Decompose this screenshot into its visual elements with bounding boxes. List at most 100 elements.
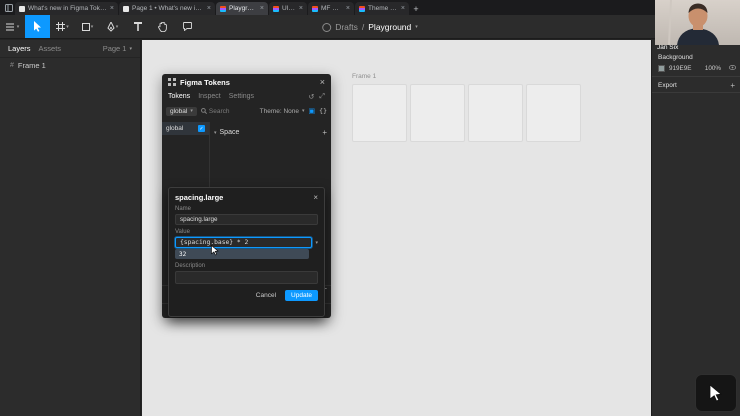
- export-section-label: Export: [658, 82, 677, 89]
- tab-label: Page 1 • What's new in Figma Token...: [132, 5, 204, 12]
- undo-icon[interactable]: ↺: [309, 93, 315, 101]
- chevron-down-icon[interactable]: ▾: [315, 240, 318, 246]
- canvas-frame-rect[interactable]: [410, 84, 465, 142]
- plugin-grid-icon: [168, 78, 176, 86]
- tab-close-icon[interactable]: ×: [260, 5, 264, 12]
- pen-tool-button[interactable]: ▾: [100, 15, 125, 38]
- theme-dropdown-label: Theme: None: [260, 108, 299, 115]
- person-shirt: [677, 28, 719, 45]
- shape-tool-button[interactable]: ▾: [75, 15, 100, 38]
- color-swatch[interactable]: [658, 65, 665, 72]
- layers-panel: Layers Assets Page 1 ▾ # Frame 1: [0, 40, 141, 416]
- browser-tab[interactable]: Page 1 • What's new in Figma Token... ×: [119, 2, 215, 15]
- plugin-close-icon[interactable]: ×: [320, 78, 325, 87]
- page-selector-label: Page 1: [103, 44, 127, 53]
- canvas-frame-rect[interactable]: [468, 84, 523, 142]
- tab-close-icon[interactable]: ×: [299, 5, 303, 12]
- tab-close-icon[interactable]: ×: [401, 5, 405, 12]
- canvas-frame-rect[interactable]: [352, 84, 407, 142]
- token-set-item-label: global: [166, 125, 183, 132]
- browser-tab-bar: What's new in Figma Tokens and wh... × P…: [0, 0, 740, 15]
- plugin-tab-bar: Tokens Inspect Settings ↺ ⤢: [162, 90, 331, 103]
- token-set-checkbox[interactable]: ✓: [198, 125, 205, 132]
- browser-tab[interactable]: Theme Demo ×: [355, 2, 409, 15]
- breadcrumb[interactable]: Drafts / Playground ▾: [322, 15, 418, 39]
- browser-tab[interactable]: UI Kit ×: [269, 2, 307, 15]
- theme-dropdown[interactable]: Theme: None ▾: [260, 108, 305, 115]
- tab-close-icon[interactable]: ×: [110, 5, 114, 12]
- chevron-down-icon: ▾: [116, 24, 119, 30]
- browser-sidebar-icon[interactable]: [3, 1, 15, 14]
- tab-assets[interactable]: Assets: [39, 44, 62, 53]
- plugin-title: Figma Tokens: [180, 78, 230, 87]
- tab-label: UI Kit: [282, 5, 296, 12]
- move-tool-button[interactable]: [25, 15, 50, 38]
- browser-tab[interactable]: MF Demo ×: [308, 2, 354, 15]
- update-button[interactable]: Update: [285, 290, 318, 301]
- new-tab-button[interactable]: +: [410, 2, 422, 15]
- layer-item-label: Frame 1: [18, 61, 46, 70]
- tab-close-icon[interactable]: ×: [346, 5, 350, 12]
- color-hex-field[interactable]: 919E9E: [669, 65, 691, 72]
- edit-token-modal: spacing.large × Name spacing.large Value…: [168, 187, 325, 317]
- app-window: What's new in Figma Tokens and wh... × P…: [0, 0, 740, 416]
- value-field[interactable]: {spacing.base} * 2: [175, 237, 312, 248]
- plugin-tab-inspect[interactable]: Inspect: [198, 93, 221, 100]
- tab-favicon: [123, 6, 129, 12]
- autocomplete-suggestion[interactable]: 32: [175, 249, 309, 259]
- cancel-button[interactable]: Cancel: [256, 292, 276, 299]
- comment-tool-button[interactable]: [175, 15, 200, 38]
- opacity-field[interactable]: 100%: [705, 65, 721, 72]
- presenter-name-label: Jan Six: [657, 44, 678, 51]
- chevron-down-icon: ▾: [302, 108, 305, 114]
- frame-tool-button[interactable]: ▾: [50, 15, 75, 38]
- tab-favicon: [359, 6, 365, 12]
- text-tool-button[interactable]: [125, 15, 150, 38]
- chevron-down-icon: ▾: [214, 130, 217, 136]
- description-field[interactable]: [175, 271, 318, 284]
- hand-tool-button[interactable]: [150, 15, 175, 38]
- search-input[interactable]: Search: [201, 108, 230, 115]
- main-menu-icon[interactable]: ▾: [0, 15, 25, 38]
- frame-icon: #: [10, 62, 14, 69]
- modal-close-icon[interactable]: ×: [313, 194, 318, 202]
- canvas-frame-label[interactable]: Frame 1: [352, 73, 376, 80]
- token-set-item-global[interactable]: global ✓: [162, 122, 209, 135]
- expand-icon[interactable]: ⤢: [319, 93, 325, 101]
- webcam-video: [655, 0, 740, 45]
- description-field-label: Description: [175, 263, 318, 269]
- chevron-down-icon[interactable]: ▾: [415, 24, 418, 30]
- plugin-header[interactable]: Figma Tokens ×: [162, 74, 331, 90]
- json-view-icon[interactable]: {}: [319, 107, 327, 115]
- tab-close-icon[interactable]: ×: [207, 5, 211, 12]
- breadcrumb-drafts[interactable]: Drafts: [335, 22, 358, 32]
- browser-tab[interactable]: What's new in Figma Tokens and wh... ×: [15, 2, 118, 15]
- figma-toolbar: ▾ ▾ ▾ ▾ Drafts / Playground: [0, 15, 740, 39]
- name-field[interactable]: spacing.large: [175, 214, 318, 225]
- value-field-label: Value: [175, 229, 318, 235]
- canvas-frame-rect[interactable]: [526, 84, 581, 142]
- tab-layers[interactable]: Layers: [8, 44, 31, 53]
- mouse-cursor-icon: [709, 384, 723, 402]
- plugin-tab-tokens[interactable]: Tokens: [168, 93, 190, 100]
- chevron-down-icon: ▾: [190, 108, 193, 114]
- export-section-row: Export +: [658, 81, 735, 90]
- plugin-tab-settings[interactable]: Settings: [229, 93, 254, 100]
- background-section-label: Background: [658, 54, 693, 61]
- token-set-dropdown[interactable]: global ▾: [166, 107, 197, 116]
- token-section-label: Space: [220, 129, 240, 136]
- tab-label: Theme Demo: [368, 5, 398, 12]
- add-export-icon[interactable]: +: [730, 81, 735, 90]
- cursor-highlight-overlay: [695, 374, 737, 412]
- visibility-eye-icon[interactable]: [729, 65, 736, 72]
- token-view-toggle-icon[interactable]: ▣: [309, 107, 316, 115]
- page-selector[interactable]: Page 1 ▾: [103, 44, 132, 53]
- background-color-row: 919E9E 100%: [658, 63, 736, 73]
- layer-item-frame-1[interactable]: # Frame 1: [0, 58, 140, 73]
- add-token-icon[interactable]: +: [322, 128, 327, 137]
- token-section-space[interactable]: ▾ Space +: [214, 126, 327, 139]
- canvas[interactable]: Frame 1 Figma Tokens × Tokens Inspect Se…: [142, 40, 651, 416]
- plugin-body: global ✓ ▾ Space + ▾ Opacity +: [162, 122, 331, 285]
- token-set-dropdown-label: global: [170, 108, 187, 115]
- browser-tab-active[interactable]: Playground ×: [216, 2, 268, 15]
